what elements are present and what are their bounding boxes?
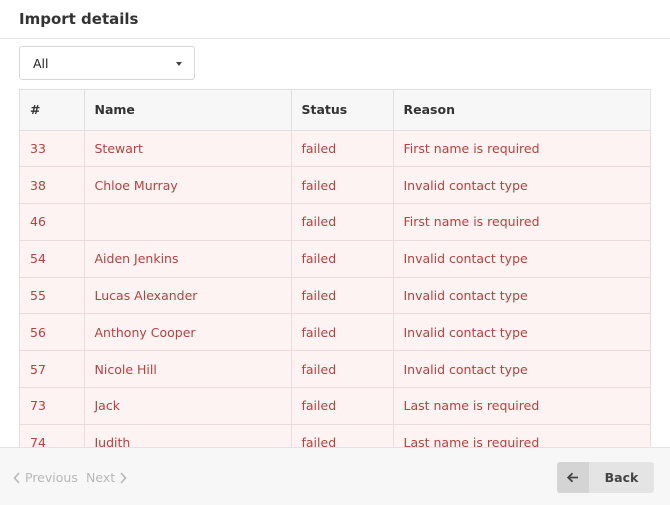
column-header-status: Status (291, 90, 394, 131)
previous-page-label: Previous (25, 470, 78, 485)
status-filter-value: All (33, 56, 49, 71)
row-status: failed (291, 203, 394, 241)
previous-page-button[interactable]: Previous (13, 470, 78, 485)
row-reason: Invalid contact type (393, 240, 650, 278)
results-table: # Name Status Reason 33 Stewart failed F… (20, 90, 650, 447)
row-reason: Last name is required (393, 424, 650, 447)
next-page-button[interactable]: Next (86, 470, 127, 485)
page-title: Import details (19, 10, 139, 28)
row-name: Chloe Murray (84, 166, 292, 205)
row-name: Aiden Jenkins (84, 240, 292, 278)
column-header-name: Name (84, 90, 292, 131)
row-name (84, 203, 292, 241)
row-status: failed (291, 166, 394, 205)
status-filter-select[interactable]: All (19, 46, 195, 80)
arrow-left-icon (567, 472, 578, 483)
page-header: Import details (0, 0, 670, 39)
row-number: 38 (20, 166, 85, 205)
row-status: failed (291, 277, 394, 315)
row-name: Judith (84, 424, 292, 447)
column-header-number: # (20, 90, 85, 131)
caret-down-icon (176, 62, 182, 66)
table-row[interactable]: 73 Jack failed Last name is required (20, 387, 650, 425)
row-number: 55 (20, 277, 85, 315)
row-number: 56 (20, 313, 85, 352)
row-name: Nicole Hill (84, 350, 292, 389)
row-status: failed (291, 313, 394, 352)
row-number: 33 (20, 130, 85, 168)
table-row[interactable]: 56 Anthony Cooper failed Invalid contact… (20, 313, 650, 352)
table-row[interactable]: 38 Chloe Murray failed Invalid contact t… (20, 166, 650, 205)
row-name: Anthony Cooper (84, 313, 292, 352)
back-button[interactable]: Back (557, 462, 654, 493)
table-header-row: # Name Status Reason (20, 90, 650, 131)
row-status: failed (291, 350, 394, 389)
row-number: 74 (20, 424, 85, 447)
row-number: 46 (20, 203, 85, 241)
back-icon-box (557, 462, 589, 493)
row-reason: First name is required (393, 130, 650, 168)
row-status: failed (291, 424, 394, 447)
row-reason: Invalid contact type (393, 350, 650, 389)
row-reason: Invalid contact type (393, 313, 650, 352)
row-status: failed (291, 130, 394, 168)
row-reason: Invalid contact type (393, 277, 650, 315)
row-reason: Last name is required (393, 387, 650, 425)
table-row[interactable]: 74 Judith failed Last name is required (20, 424, 650, 447)
row-number: 54 (20, 240, 85, 278)
table-row[interactable]: 33 Stewart failed First name is required (20, 130, 650, 168)
row-name: Stewart (84, 130, 292, 168)
table-row[interactable]: 55 Lucas Alexander failed Invalid contac… (20, 277, 650, 315)
row-name: Lucas Alexander (84, 277, 292, 315)
column-header-reason: Reason (393, 90, 650, 131)
row-reason: First name is required (393, 203, 650, 241)
table-row[interactable]: 54 Aiden Jenkins failed Invalid contact … (20, 240, 650, 278)
row-status: failed (291, 240, 394, 278)
pagination-footer: Previous Next Back (0, 447, 670, 505)
table-row[interactable]: 46 failed First name is required (20, 203, 650, 241)
row-number: 73 (20, 387, 85, 425)
import-details-table[interactable]: # Name Status Reason 33 Stewart failed F… (19, 89, 651, 447)
chevron-left-icon (13, 471, 20, 484)
next-page-label: Next (86, 470, 116, 485)
row-number: 57 (20, 350, 85, 389)
row-name: Jack (84, 387, 292, 425)
table-row[interactable]: 57 Nicole Hill failed Invalid contact ty… (20, 350, 650, 389)
back-button-label: Back (604, 470, 639, 485)
row-status: failed (291, 387, 394, 425)
row-reason: Invalid contact type (393, 166, 650, 205)
chevron-right-icon (120, 471, 127, 484)
